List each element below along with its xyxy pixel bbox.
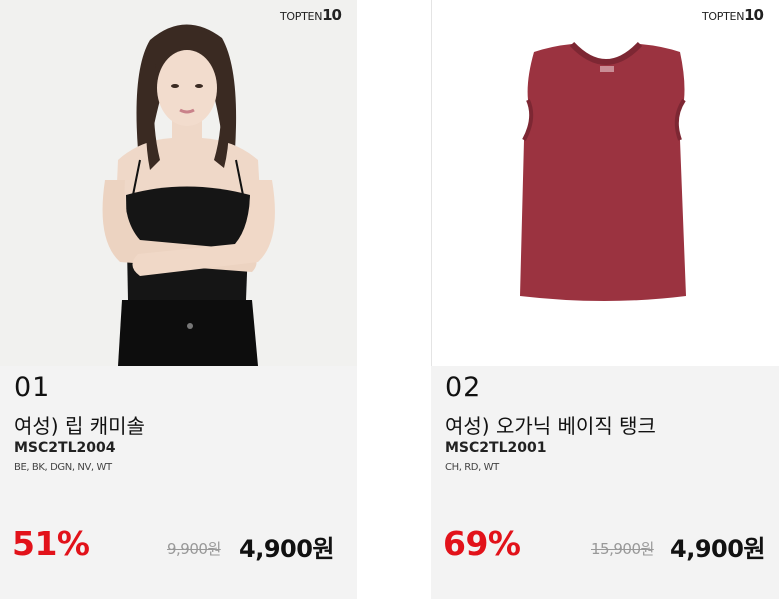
product-name[interactable]: 여성) 오가닉 베이직 탱크 [445,410,656,439]
product-code: MSC2TL2004 [14,440,116,456]
discount-rate: 51% [12,524,90,563]
product-colors: CH, RD, WT [445,462,499,473]
sale-price: 4,900원 [670,535,766,563]
product-rank: 01 [14,372,51,403]
model-camisole-illustration [0,0,357,366]
original-price: 15,900원 [591,540,654,558]
product-colors: BE, BK, DGN, NV, WT [14,462,112,473]
tank-top-illustration [432,0,779,366]
product-info: 01 여성) 립 캐미솔 MSC2TL2004 BE, BK, DGN, NV,… [0,366,357,599]
product-info: 02 여성) 오가닉 베이직 탱크 MSC2TL2001 CH, RD, WT … [431,366,779,599]
product-image-camisole[interactable]: TOPTEN10 [0,0,357,366]
product-image-tank[interactable]: TOPTEN10 [431,0,779,366]
original-price: 9,900원 [167,540,221,558]
discount-rate: 69% [443,524,521,563]
product-name[interactable]: 여성) 립 캐미솔 [14,410,145,439]
product-card-02[interactable]: TOPTEN10 02 여성) 오가닉 베이직 탱크 MSC2TL2001 CH… [431,0,779,599]
brand-logo: TOPTEN10 [280,6,342,24]
sale-price: 4,900원 [239,535,335,563]
product-rank: 02 [445,372,482,403]
brand-logo: TOPTEN10 [702,6,764,24]
product-code: MSC2TL2001 [445,440,547,456]
product-card-01[interactable]: TOPTEN10 01 여성) 립 캐미솔 MSC2TL2004 BE, BK,… [0,0,357,599]
